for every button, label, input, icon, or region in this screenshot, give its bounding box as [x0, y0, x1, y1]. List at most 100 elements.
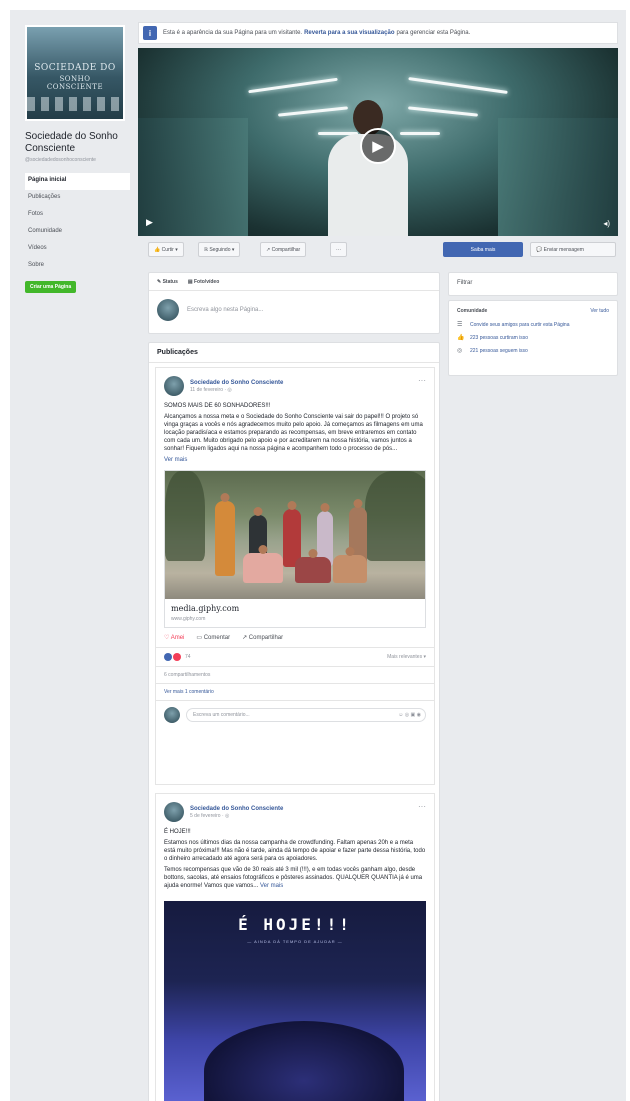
visitor-view-banner: i Esta é a aparência da sua Página para …: [138, 22, 618, 44]
more-button[interactable]: ···: [330, 242, 347, 257]
reaction-count[interactable]: 74: [185, 654, 191, 660]
comment-order[interactable]: Mais relevantes ▾: [387, 654, 426, 660]
nav-about[interactable]: Sobre: [25, 258, 130, 275]
avatar[interactable]: [164, 376, 184, 396]
comment-input[interactable]: Escreva um comentário... ☺ ◎ ▣ ◉: [186, 708, 426, 722]
feed-title: Publicações: [149, 343, 439, 363]
posts-feed: Publicações Sociedade do Sonho Conscient…: [148, 342, 440, 1101]
page-name[interactable]: Sociedade do Sonho Consciente: [25, 131, 130, 155]
view-more-comments[interactable]: Ver mais 1 comentário: [156, 683, 434, 700]
banner-text-before: Esta é a aparência da sua Página para um…: [163, 30, 303, 36]
filter-label: Filtrar: [457, 280, 473, 286]
avatar: [164, 707, 180, 723]
image-person: [243, 545, 283, 583]
page-action-bar: 👍 Curtir ▾ ℝ Seguindo ▾ ↗ Compartilhar ·…: [138, 240, 618, 260]
post-actions: ♡ Amei ▭ Comentar ↗ Compartilhar: [156, 628, 434, 648]
image-tree: [365, 471, 425, 561]
community-followers-row[interactable]: ◎ 221 pessoas seguem isso: [449, 344, 617, 357]
create-page-button[interactable]: Criar uma Página: [25, 281, 77, 293]
post-author[interactable]: Sociedade do Sonho Consciente: [190, 806, 283, 812]
info-icon: i: [143, 26, 157, 40]
page-nav: Página inicial Publicações Fotos Comunid…: [25, 173, 130, 275]
banner-text-after: para gerenciar esta Página.: [396, 30, 471, 36]
like-reaction-icon: [164, 653, 172, 661]
video-light: [408, 106, 478, 117]
nav-community[interactable]: Comunidade: [25, 224, 130, 241]
post-header: Sociedade do Sonho Consciente 5 de fever…: [156, 794, 434, 826]
community-box: Comunidade Ver tudo ☰ Convide seus amigo…: [448, 300, 618, 376]
post: Sociedade do Sonho Consciente 5 de fever…: [155, 793, 435, 1101]
cover-video[interactable]: ▶ ▶ ◂): [138, 48, 618, 236]
video-light: [408, 77, 508, 94]
link-subtitle: www.giphy.com: [171, 616, 206, 622]
learn-more-button[interactable]: Saiba mais: [443, 242, 523, 257]
link-preview-meta: media.giphy.com www.giphy.com: [165, 599, 425, 627]
post-headline: É HOJE!!!: [164, 829, 191, 835]
video-person: [328, 100, 408, 236]
facebook-page: SOCIEDADE DO SONHO CONSCIENTE Sociedade …: [10, 10, 626, 1101]
page-profile-picture[interactable]: SOCIEDADE DO SONHO CONSCIENTE: [25, 25, 125, 121]
nav-home[interactable]: Página inicial: [25, 173, 130, 190]
post-text: SOMOS MAIS DE 60 SONHADORES!!! Alcançamo…: [156, 400, 434, 466]
link-preview[interactable]: media.giphy.com www.giphy.com: [164, 470, 426, 628]
image-figure: [204, 1021, 404, 1101]
post-body: Alcançamos a nossa meta e o Sociedade do…: [164, 414, 423, 452]
composer-input[interactable]: Escreva algo nesta Página...: [187, 307, 263, 313]
follow-button[interactable]: ℝ Seguindo ▾: [198, 242, 241, 257]
share-count[interactable]: 6 compartilhamentos: [156, 666, 434, 683]
filter-box[interactable]: Filtrar: [448, 272, 618, 296]
image-person: [295, 549, 331, 583]
post-date[interactable]: 11 de fevereiro · ◎: [190, 387, 283, 393]
love-reaction-icon: [173, 653, 181, 661]
page-username[interactable]: @sociedadedosonhoconsciente: [25, 157, 130, 163]
love-button[interactable]: ♡ Amei: [164, 634, 184, 641]
banner-revert-link[interactable]: Reverta para a sua visualização: [304, 30, 394, 36]
link-domain: media.giphy.com: [171, 604, 240, 613]
post-body: Estamos nos últimos dias da nossa campan…: [164, 840, 426, 862]
composer-body: Escreva algo nesta Página...: [149, 291, 439, 329]
nav-photos[interactable]: Fotos: [25, 207, 130, 224]
image-person: [333, 547, 367, 583]
avatar[interactable]: [164, 802, 184, 822]
profile-text-line2: SONHO CONSCIENTE: [46, 75, 104, 91]
comment-box: Escreva um comentário... ☺ ◎ ▣ ◉: [156, 700, 434, 729]
post: Sociedade do Sonho Consciente 11 de feve…: [155, 367, 435, 785]
composer-tab-photo-video[interactable]: ▤ Foto/vídeo: [188, 279, 219, 285]
play-icon[interactable]: ▶: [360, 128, 396, 164]
community-invite-row[interactable]: ☰ Convide seus amigos para curtir esta P…: [449, 318, 617, 331]
composer-tabs: ✎ Status ▤ Foto/vídeo: [149, 273, 439, 291]
like-icon: 👍: [457, 335, 465, 341]
share-button[interactable]: ↗ Compartilhar: [260, 242, 307, 257]
video-wall-left: [138, 118, 248, 236]
post-date[interactable]: 5 de fevereiro · ◎: [190, 813, 283, 819]
community-row-text: 223 pessoas curtiram isso: [470, 334, 529, 341]
see-more-link[interactable]: Ver mais: [164, 457, 187, 463]
comment-button[interactable]: ▭ Comentar: [196, 634, 230, 641]
post-text: É HOJE!!! Estamos nos últimos dias da no…: [156, 826, 434, 895]
send-message-button[interactable]: 💬 Enviar mensagem: [530, 242, 616, 257]
share-post-button[interactable]: ↗ Compartilhar: [242, 634, 283, 641]
video-play-icon[interactable]: ▶: [146, 217, 153, 228]
community-row-text: Convide seus amigos para curtir esta Pág…: [470, 321, 570, 328]
invite-icon: ☰: [457, 322, 463, 328]
post-options-icon[interactable]: ···: [418, 802, 426, 811]
image-subtitle: — AINDA DÁ TEMPO DE AJUDAR —: [247, 939, 343, 944]
nav-posts[interactable]: Publicações: [25, 190, 130, 207]
nav-videos[interactable]: Vídeos: [25, 241, 130, 258]
community-row-text: 221 pessoas seguem isso: [470, 347, 528, 354]
see-all-link[interactable]: Ver tudo: [590, 308, 609, 314]
community-title: Comunidade: [457, 308, 488, 314]
see-more-link[interactable]: Ver mais: [260, 883, 283, 889]
profile-decoration: [27, 97, 123, 111]
image-title: É HOJE!!!: [238, 915, 352, 934]
post-image[interactable]: É HOJE!!! — AINDA DÁ TEMPO DE AJUDAR —: [164, 901, 426, 1101]
post-author[interactable]: Sociedade do Sonho Consciente: [190, 380, 283, 386]
post-options-icon[interactable]: ···: [418, 376, 426, 385]
comment-attachment-icons[interactable]: ☺ ◎ ▣ ◉: [398, 712, 421, 718]
profile-text-line1: SOCIEDADE DO: [34, 63, 116, 73]
like-button[interactable]: 👍 Curtir ▾: [148, 242, 184, 257]
volume-icon[interactable]: ◂): [603, 219, 610, 228]
composer-tab-status[interactable]: ✎ Status: [157, 279, 178, 285]
reaction-summary: 74 Mais relevantes ▾: [156, 648, 434, 666]
community-likes-row[interactable]: 👍 223 pessoas curtiram isso: [449, 331, 617, 344]
